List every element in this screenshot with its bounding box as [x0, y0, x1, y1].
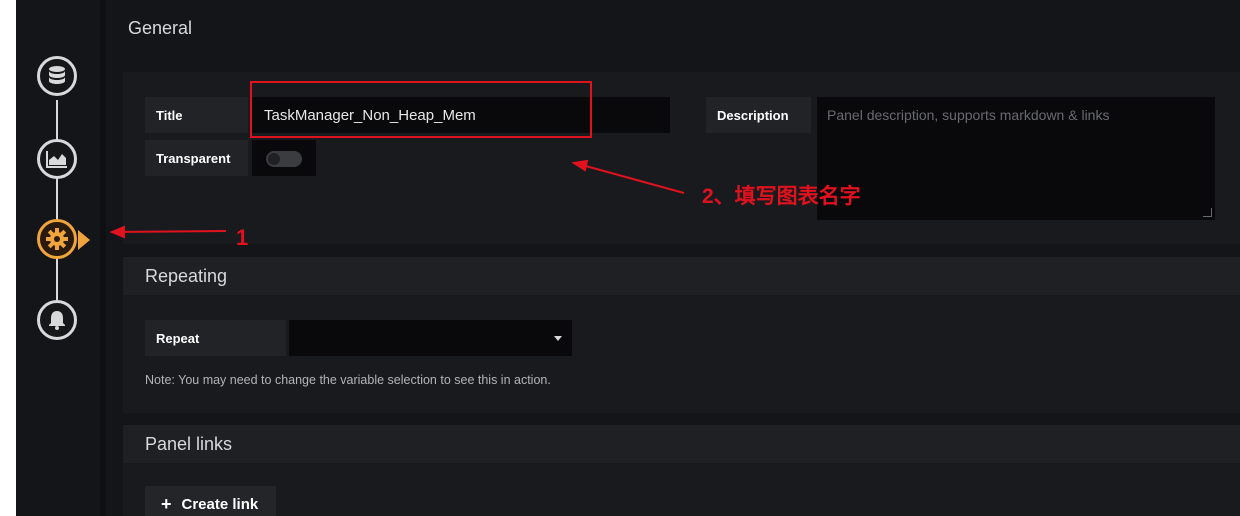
- annotation-arrows: [109, 159, 685, 239]
- annotation-step-2: 2、填写图表名字: [702, 185, 861, 208]
- arrow-head-2: [571, 159, 589, 172]
- arrow-to-step-1: [115, 230, 227, 233]
- panel-editor: General Title TaskManager_Non_Heap_Mem T…: [16, 0, 1240, 516]
- arrow-head-1: [109, 225, 125, 239]
- annotation-step-1: 1: [236, 225, 249, 250]
- arrow-to-title: [581, 164, 685, 194]
